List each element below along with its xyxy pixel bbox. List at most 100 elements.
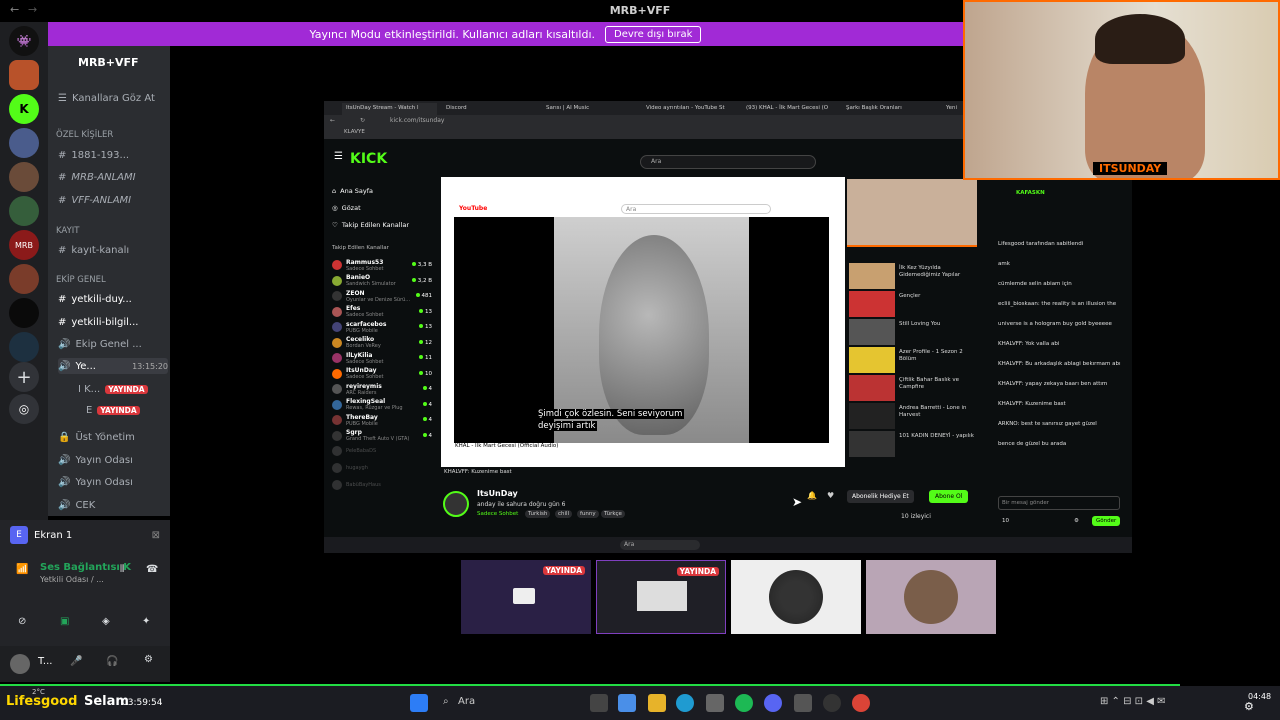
tag[interactable]: Turkish <box>525 510 551 518</box>
tag[interactable]: chill <box>555 510 573 518</box>
channel-item[interactable]: #1881-193... <box>58 147 168 163</box>
server-icon[interactable] <box>9 60 39 90</box>
youtube-search-input[interactable]: Ara <box>621 204 771 214</box>
server-icon[interactable]: 👾 <box>9 26 39 56</box>
offline-stream[interactable]: BabüBayHaus <box>332 477 432 493</box>
reload-icon[interactable]: ↻ <box>360 117 365 124</box>
bookmark-item[interactable]: KLAVYE <box>344 129 365 135</box>
followed-stream[interactable]: Sgrp Grand Theft Auto V (GTA) 4 <box>332 428 432 444</box>
browse-channels[interactable]: ☰ Kanallara Göz At <box>58 90 168 106</box>
settings-gear-icon[interactable]: ⚙ <box>144 654 153 665</box>
chat-input[interactable]: Bir mesaj gönder <box>998 496 1120 510</box>
category-header[interactable]: KAYIT <box>56 226 79 236</box>
window-thumbnail[interactable] <box>866 560 996 634</box>
spotify-icon[interactable] <box>735 694 753 712</box>
microphone-icon[interactable]: 🎤 <box>70 656 82 667</box>
server-icon[interactable] <box>9 162 39 192</box>
subscribe-button[interactable]: Abone Ol <box>929 490 969 503</box>
offline-stream[interactable]: PeleBabaDS <box>332 443 432 459</box>
recommended-video[interactable]: Still Loving You <box>849 319 979 349</box>
followed-stream[interactable]: ThereBay PUBG Mobile 4 <box>332 412 432 428</box>
category-header[interactable]: ÖZEL KİŞİLER <box>56 130 113 140</box>
browser-tab[interactable]: (93) KHAL - İlk Mart Gecesi (O <box>742 103 837 115</box>
nav-home[interactable]: ⌂ Ana Sayfa <box>332 183 432 199</box>
voice-channel[interactable]: 🔊 Yayın Odası <box>58 474 168 490</box>
recommended-video[interactable]: Azer Profile - 1 Sezon 2 Bölüm <box>849 347 979 377</box>
kick-logo[interactable]: KICK <box>350 151 387 167</box>
browser-tab[interactable]: Video ayrıntıları - YouTube St <box>642 103 737 115</box>
recommended-video[interactable]: Andrea Barretti - Lone in Harvest <box>849 403 979 433</box>
channel-name[interactable]: ItsUnDay <box>477 489 518 498</box>
channel-item[interactable]: # kayıt-kanalı <box>58 242 168 258</box>
server-icon[interactable] <box>9 128 39 158</box>
voice-channel[interactable]: 🔊 Ekip Genel ... <box>58 336 168 352</box>
avatar[interactable] <box>10 654 30 674</box>
gift-subscription-button[interactable]: Abonelik Hediye Et <box>847 490 914 503</box>
menu-icon[interactable]: ☰ <box>334 151 343 162</box>
channel-locked[interactable]: 🔒 Üst Yönetim <box>58 429 168 445</box>
chat-send-button[interactable]: Gönder <box>1092 516 1121 526</box>
youtube-logo[interactable]: YouTube <box>459 205 487 212</box>
follow-heart-icon[interactable]: ♥ <box>827 491 834 500</box>
window-thumbnail[interactable] <box>731 560 861 634</box>
tag[interactable]: Türkçe <box>601 510 625 518</box>
voice-channel-active[interactable]: 🔊 Ye... 13:15:20 <box>58 358 168 374</box>
screen-share-preview[interactable]: E Ekran 1 ⊠ <box>10 524 160 546</box>
url-input[interactable]: kick.com/itsunday <box>390 117 444 124</box>
close-preview-icon[interactable]: ⊠ <box>152 530 160 541</box>
video-frame[interactable]: Şimdi çok özlesin. Seni seviyorum deyişi… <box>454 217 829 443</box>
app-icon[interactable] <box>794 694 812 712</box>
copilot-icon[interactable] <box>618 694 636 712</box>
channel-item[interactable]: # VFF-ANLAMI <box>58 192 168 208</box>
recommended-video[interactable]: Çiftlik Bahar Baslık ve Campfire <box>849 375 979 405</box>
video-player[interactable]: YouTube Ara Şimdi çok özlesin. Seni sevi… <box>441 177 845 467</box>
screen-share-icon[interactable]: ▣ <box>60 616 69 627</box>
settings-gear-icon[interactable]: ⚙ <box>1244 700 1254 713</box>
channel-item[interactable]: # yetkili-duy... <box>58 291 168 307</box>
chat-header-user[interactable]: KAFASKN <box>1016 190 1045 196</box>
recommended-video[interactable]: Gençler <box>849 291 979 321</box>
noise-suppression-icon[interactable]: ⫴ <box>120 564 124 575</box>
browser-tab[interactable]: Sarısı | AI Music <box>542 103 637 115</box>
followed-stream[interactable]: ItsUnDay Sadece Sohbet 10 <box>332 366 432 382</box>
discover-icon[interactable]: ◎ <box>9 394 39 424</box>
followed-stream[interactable]: Rammus53 Sadece Sohbet 3,3 B <box>332 257 432 273</box>
tag[interactable]: funny <box>577 510 599 518</box>
voice-channel[interactable]: 🔊 CEK <box>58 497 168 513</box>
add-server-icon[interactable]: + <box>9 362 39 392</box>
video-off-icon[interactable]: ⊘ <box>18 616 26 627</box>
server-icon[interactable]: K <box>9 94 39 124</box>
followed-stream[interactable]: reyireymis ARC Raiders 4 <box>332 381 432 397</box>
browser-tab[interactable]: Discord <box>442 103 537 115</box>
disconnect-icon[interactable]: ☎ <box>146 564 158 575</box>
task-view-icon[interactable] <box>590 694 608 712</box>
inner-search-input[interactable]: Ara <box>620 540 700 550</box>
followed-stream[interactable]: scarfacebos PUBG Mobile 13 <box>332 319 432 335</box>
username[interactable]: T... <box>38 656 52 667</box>
window-thumbnail[interactable]: YAYINDA <box>461 560 591 634</box>
back-icon[interactable]: ← <box>330 117 335 124</box>
channel-item[interactable]: # yetkili-bilgil... <box>58 314 168 330</box>
window-thumbnail[interactable]: YAYINDA <box>596 560 726 634</box>
chrome-icon[interactable] <box>852 694 870 712</box>
channel-item[interactable]: # MRB-ANLAMI <box>58 169 168 185</box>
obs-icon[interactable] <box>823 694 841 712</box>
followed-stream[interactable]: Ceceliko Bordan VeRey 12 <box>332 335 432 351</box>
voice-user[interactable]: I K... YAYINDA <box>78 381 166 397</box>
kick-search-input[interactable]: Ara <box>640 155 816 169</box>
followed-stream[interactable]: Efes Sadece Sohbet 13 <box>332 304 432 320</box>
taskbar-search-input[interactable]: Ara <box>458 696 475 707</box>
nav-browse[interactable]: ◎ Gözat <box>332 200 432 216</box>
followed-stream[interactable]: BanieO Sandwich Simulator 3,2 B <box>332 273 432 289</box>
store-icon[interactable] <box>706 694 724 712</box>
server-icon[interactable] <box>9 298 39 328</box>
recommended-video[interactable]: İlk Kez Yüzyılda Gidemediğimiz Yapılar <box>849 263 979 293</box>
followed-stream[interactable]: FlexingSeal Rewas, Rüzgar ve Plug 4 <box>332 397 432 413</box>
browser-tab[interactable]: Şarkı Başlık Oranları <box>842 103 937 115</box>
channel-avatar[interactable] <box>443 491 469 517</box>
notification-bell-icon[interactable]: 🔔 <box>807 491 817 500</box>
followed-stream[interactable]: ZEON Oyunlar ve Denize Sürü... 481 <box>332 288 432 304</box>
category-header[interactable]: EKİP GENEL <box>56 275 106 285</box>
voice-user[interactable]: E YAYINDA <box>86 402 166 418</box>
server-icon[interactable] <box>9 264 39 294</box>
